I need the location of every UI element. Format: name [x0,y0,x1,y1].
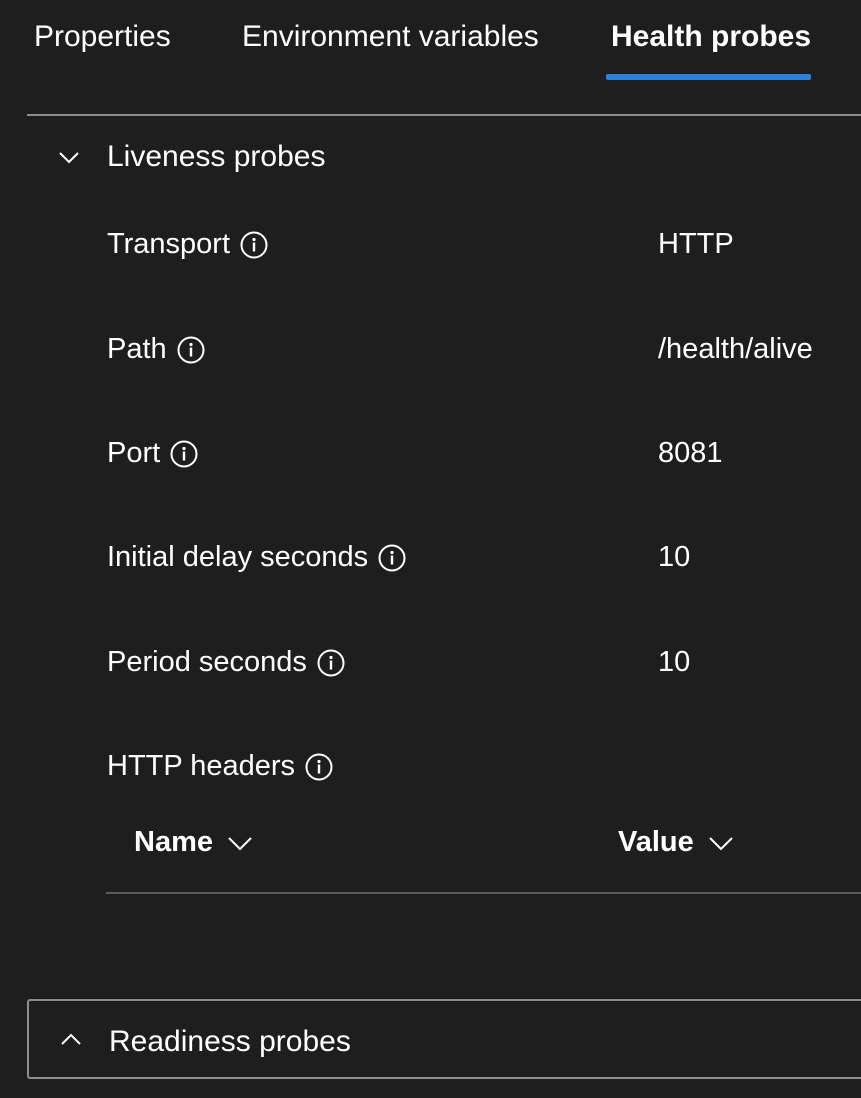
period-seconds-value: 10 [658,646,691,678]
initial-delay-seconds-label: Initial delay seconds [107,541,406,574]
transport-label: Transport [107,228,268,261]
period-seconds-label-text: Period seconds [107,646,307,678]
http-headers-label: HTTP headers [107,750,333,783]
port-label-text: Port [107,437,161,469]
info-icon[interactable] [177,336,205,364]
column-header-value[interactable]: Value [618,826,734,859]
initial-delay-seconds-label-text: Initial delay seconds [107,541,369,573]
tab-health-probes[interactable]: Health probes [611,20,811,54]
tab-divider [27,114,861,116]
path-value: /health/alive [658,333,813,365]
readiness-probes-header[interactable]: Readiness probes [27,999,861,1079]
column-header-value-label: Value [618,826,694,858]
port-label: Port [107,437,198,470]
path-label-text: Path [107,333,167,365]
table-header-divider [106,892,861,894]
transport-value: HTTP [658,228,734,260]
info-icon[interactable] [317,649,345,677]
period-seconds-label: Period seconds [107,646,345,679]
initial-delay-seconds-value: 10 [658,541,691,573]
chevron-down-icon [59,152,79,164]
info-icon[interactable] [378,544,406,572]
transport-label-text: Transport [107,228,231,260]
info-icon[interactable] [170,440,198,468]
chevron-up-icon [61,1033,81,1045]
liveness-probes-header[interactable]: Liveness probes [27,118,861,198]
path-label: Path [107,333,205,366]
info-icon[interactable] [305,753,333,781]
health-probes-panel: Properties Environment variables Health … [0,0,861,1098]
chevron-down-icon [709,836,733,850]
port-value: 8081 [658,437,723,469]
tab-bar: Properties Environment variables Health … [0,0,861,116]
info-icon[interactable] [240,231,268,259]
chevron-down-icon [228,836,252,850]
tab-environment-variables[interactable]: Environment variables [242,20,539,54]
column-header-name-label: Name [134,826,213,858]
tab-properties[interactable]: Properties [34,20,171,54]
liveness-probes-title: Liveness probes [107,140,326,173]
http-headers-label-text: HTTP headers [107,750,296,782]
selected-tab-indicator [606,74,811,80]
column-header-name[interactable]: Name [134,826,253,859]
readiness-probes-title: Readiness probes [109,1025,351,1058]
